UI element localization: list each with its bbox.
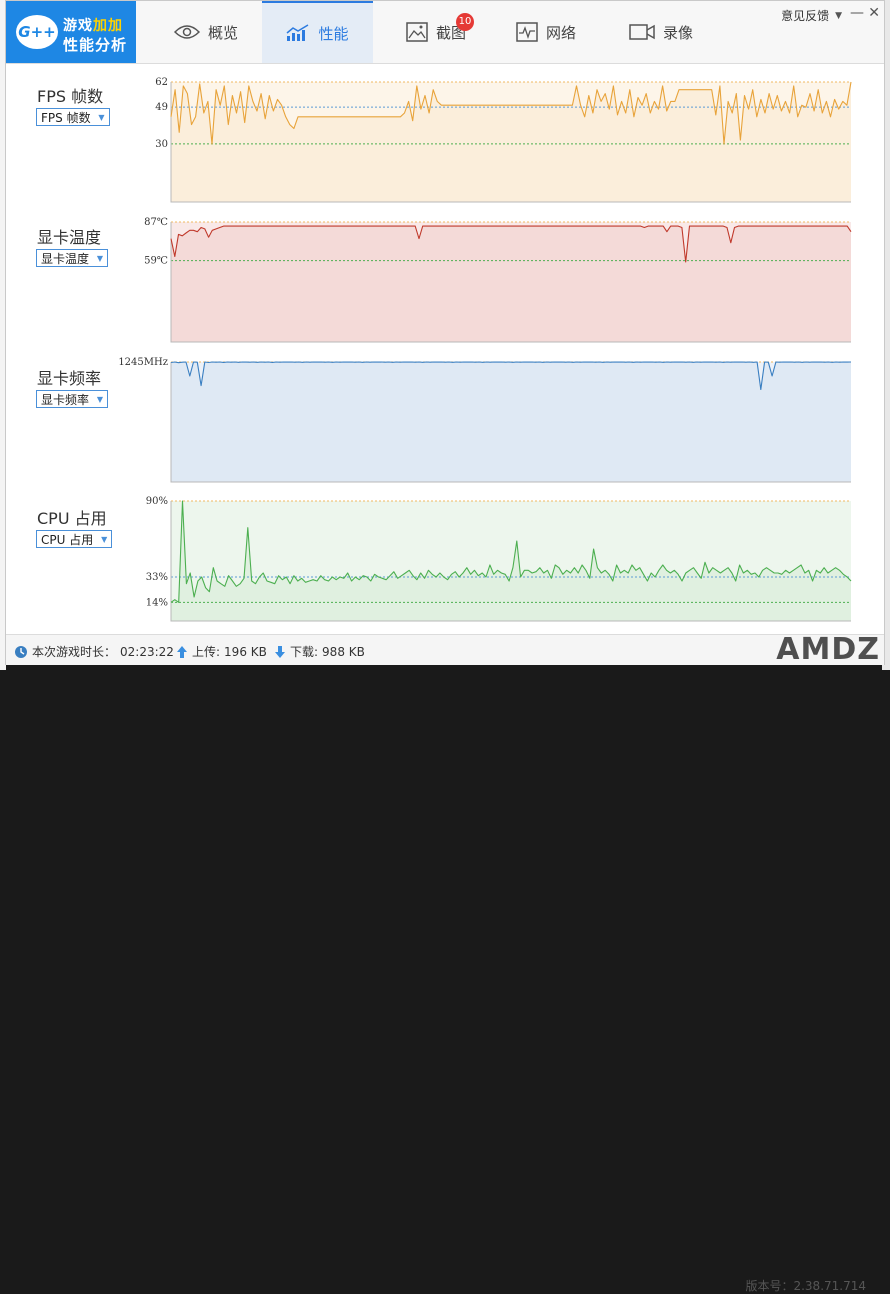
download-stat: 下载: 988 KB <box>274 643 365 660</box>
version-label: 版本号： <box>745 1279 794 1293</box>
feedback-menu[interactable]: 意见反馈 ▼ <box>781 7 842 24</box>
y-tick-label: 87℃ <box>144 217 168 228</box>
select-value: CPU 占用 <box>41 533 94 547</box>
y-tick-label: 59℃ <box>144 256 168 267</box>
y-tick-label: 33% <box>146 572 168 583</box>
gpu-temp-chart: 87℃ 59℃ <box>144 217 852 343</box>
chevron-down-icon: ▼ <box>101 535 108 544</box>
tab-screenshot[interactable]: 截图 <box>386 1 486 63</box>
tab-overview[interactable]: 概览 <box>156 1 256 63</box>
clock-icon <box>15 645 27 658</box>
fps-chart: 62 49 30 <box>155 77 852 203</box>
y-tick-label: 30 <box>155 139 168 150</box>
upload-stat: 上传: 196 KB <box>176 643 267 660</box>
version-value: 2.38.71.714 <box>793 1279 866 1293</box>
video-camera-icon <box>629 24 655 40</box>
series-area <box>171 362 851 482</box>
logo-badge-icon: G++ <box>16 15 58 49</box>
series-area <box>171 226 851 342</box>
amd-watermark: AMDZ <box>776 632 880 667</box>
gpu-temp-title: 显卡温度 <box>37 228 102 247</box>
y-tick-label: 14% <box>146 597 168 608</box>
select-value: FPS 帧数 <box>41 111 91 125</box>
upload-label: 上传: <box>192 645 221 659</box>
download-arrow-icon <box>275 645 285 658</box>
gpu-clock-metric-select[interactable]: 显卡频率 ▼ <box>36 390 109 408</box>
fps-metric-select[interactable]: FPS 帧数 ▼ <box>36 108 110 126</box>
upload-value: 196 KB <box>224 644 267 659</box>
fps-title: FPS 帧数 <box>37 87 104 106</box>
tab-label: 概览 <box>207 23 238 42</box>
version-info: 版本号：2.38.71.714 <box>745 1277 866 1294</box>
chevron-down-icon: ▼ <box>835 10 842 21</box>
download-value: 988 KB <box>322 644 365 659</box>
gpu-clock-title: 显卡频率 <box>37 369 102 388</box>
logo-text-line2: 性能分析 <box>63 36 128 54</box>
tab-recording[interactable]: 录像 <box>611 1 711 63</box>
eye-icon <box>173 25 200 39</box>
download-label: 下载: <box>290 645 319 659</box>
tab-label: 性能 <box>318 24 349 43</box>
chevron-down-icon: ▼ <box>96 254 104 263</box>
session-duration: 本次游戏时长： 02:23:22 <box>14 643 174 660</box>
chevron-down-icon: ▼ <box>96 395 104 404</box>
header-bar: G++ 游戏加加 性能分析 概览 性能 截图 10 网络 录像 意见反馈 ▼ —… <box>6 1 884 64</box>
tab-network[interactable]: 网络 <box>496 1 596 63</box>
tab-label: 录像 <box>662 23 693 42</box>
close-button[interactable]: ✕ <box>868 5 880 21</box>
y-tick-label: 1245MHz <box>118 357 168 368</box>
network-pulse-icon <box>516 22 538 42</box>
screenshot-image-icon <box>406 22 428 42</box>
screenshot-count-badge: 10 <box>456 13 474 31</box>
duration-label: 本次游戏时长： <box>32 645 117 659</box>
tab-performance[interactable]: 性能 <box>262 1 373 63</box>
feedback-label: 意见反馈 <box>781 9 830 23</box>
cpu-title: CPU 占用 <box>37 509 107 528</box>
tab-label: 网络 <box>545 23 576 42</box>
app-window: G++ 游戏加加 性能分析 概览 性能 截图 10 网络 录像 意见反馈 ▼ —… <box>5 0 885 1293</box>
cpu-metric-select[interactable]: CPU 占用 ▼ <box>36 530 113 548</box>
y-tick-label: 90% <box>146 496 168 507</box>
gpu-clock-chart: 1245MHz <box>118 357 852 483</box>
duration-value: 02:23:22 <box>120 644 174 659</box>
logo-text-line1: 游戏加加 <box>63 18 123 34</box>
select-value: 显卡温度 <box>41 252 90 266</box>
upload-arrow-icon <box>177 645 187 658</box>
y-tick-label: 49 <box>155 102 168 113</box>
y-tick-label: 62 <box>155 77 168 88</box>
minimize-button[interactable]: — <box>850 5 864 21</box>
status-bar: 本次游戏时长： 02:23:22 上传: 196 KB 下载: 988 KB 版本… <box>6 634 884 1293</box>
gpu-temp-metric-select[interactable]: 显卡温度 ▼ <box>36 249 109 267</box>
performance-chart-icon <box>287 24 309 41</box>
app-logo: G++ 游戏加加 性能分析 <box>6 1 136 63</box>
select-value: 显卡频率 <box>41 393 90 407</box>
cpu-chart: 90% 33% 14% <box>146 496 852 622</box>
chevron-down-icon: ▼ <box>98 113 105 122</box>
